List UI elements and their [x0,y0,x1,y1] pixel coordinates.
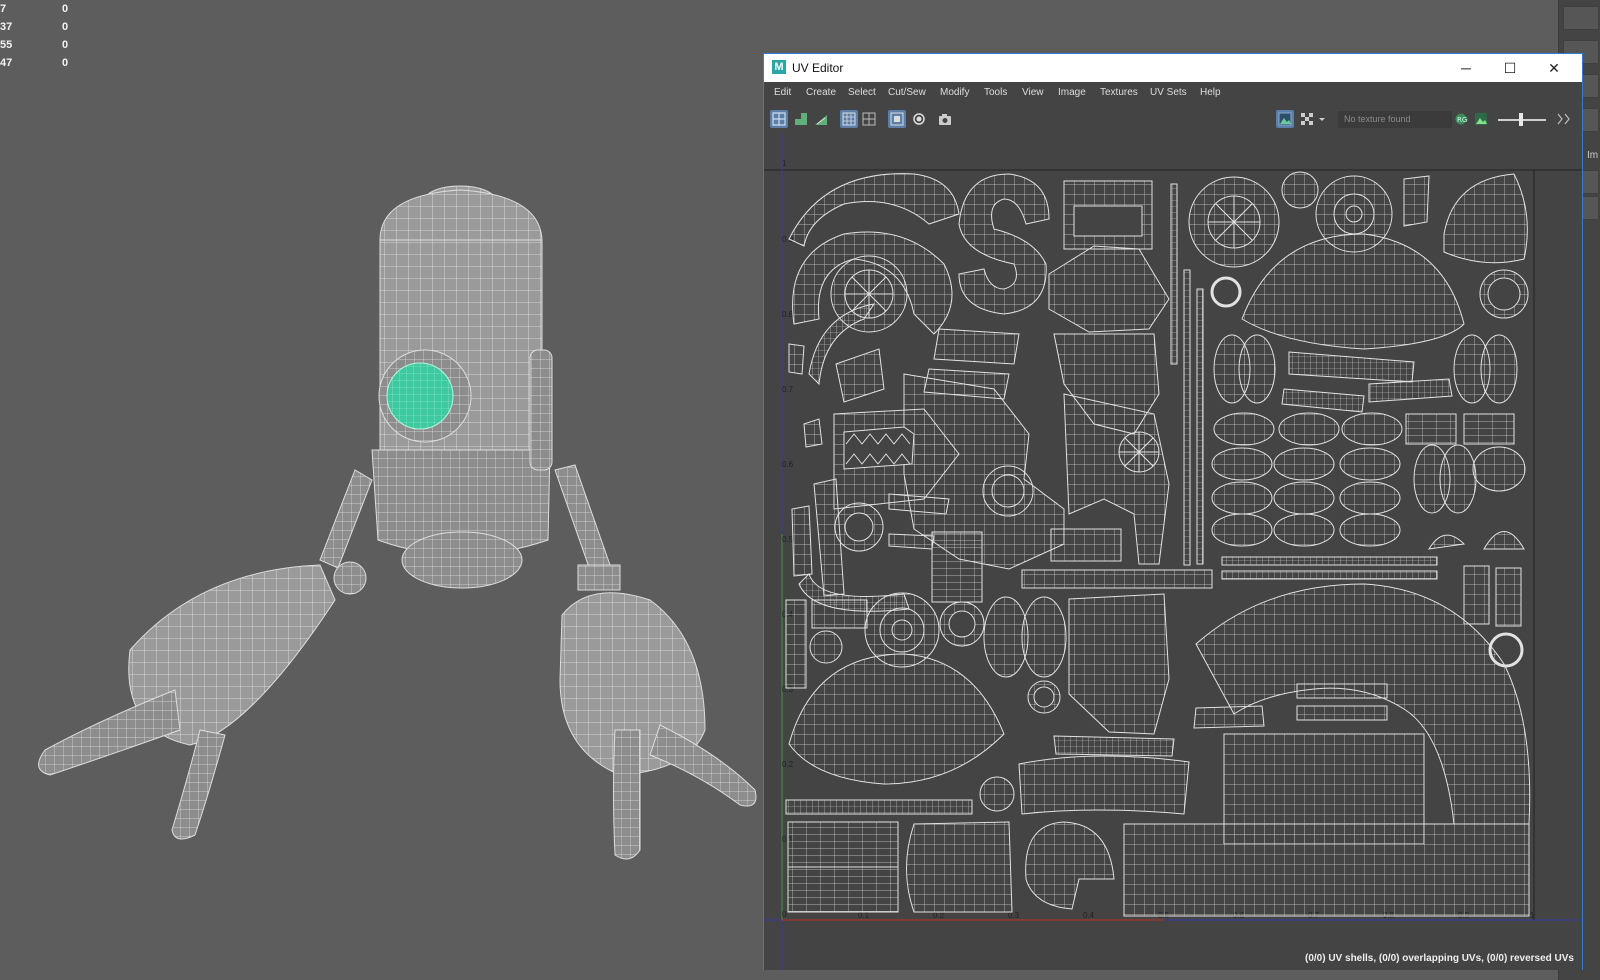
title-bar[interactable]: M UV Editor ─ ☐ ✕ [764,54,1582,82]
exposure-icon[interactable]: RGB [1452,110,1470,128]
maya-app-icon: M [772,60,786,74]
checker-icon[interactable] [1298,110,1316,128]
hud-row: 55 0 [0,36,80,54]
window-title: UV Editor [792,61,844,75]
hud-label: 37 [0,21,13,33]
minimize-button[interactable]: ─ [1444,54,1488,82]
hud-value: 0 [62,21,69,33]
hud-label: 7 [0,3,7,15]
menu-edit[interactable]: Edit [774,87,791,98]
hud-label: 55 [0,39,13,51]
tick-label: 0.5 [782,535,794,544]
uv-shells [785,171,1531,917]
hud-stats: 70 37 0 55 0 47 0 [0,0,80,72]
uv-grid-icon[interactable] [770,110,788,128]
tick-label: 0.6 [782,460,794,469]
menu-help[interactable]: Help [1200,87,1221,98]
gamma-slider-handle[interactable] [1519,113,1523,126]
robot-right-arm [554,464,757,860]
menu-select[interactable]: Select [848,87,876,98]
menu-textures[interactable]: Textures [1100,87,1138,98]
uv-toolbar: No texture found RGB [764,104,1582,135]
hud-row: 37 0 [0,18,80,36]
grid-view-icon[interactable] [840,110,858,128]
hud-value: 0 [62,39,69,51]
close-button[interactable]: ✕ [1532,54,1576,82]
maximize-button[interactable]: ☐ [1488,54,1532,82]
shell-icon[interactable] [792,110,810,128]
menu-image[interactable]: Image [1058,87,1086,98]
split-view-icon[interactable] [860,110,878,128]
tick-label: 1 [1530,911,1535,920]
menu-create[interactable]: Create [806,87,836,98]
uv-editor-window[interactable]: M UV Editor ─ ☐ ✕ Edit Create Select Cut… [763,53,1583,970]
robot-eye [378,349,472,443]
menu-modify[interactable]: Modify [940,87,969,98]
uv-status-text: (0/0) UV shells, (0/0) overlapping UVs, … [1305,953,1574,964]
stack-icon[interactable] [812,110,830,128]
svg-text:RGB: RGB [1457,116,1468,124]
uv-canvas[interactable]: 1 0.9 0.8 0.7 0.6 0.5 0.4 0.3 0.2 0.1 0 … [764,134,1582,970]
circle-icon[interactable] [910,110,928,128]
robot-left-arm [38,469,373,840]
menu-cut-sew[interactable]: Cut/Sew [888,87,926,98]
image-icon[interactable] [1276,110,1294,128]
shaded-icon[interactable] [888,110,906,128]
hud-value: 0 [62,3,69,15]
robot-mesh-viewport[interactable] [0,170,770,890]
menu-view[interactable]: View [1022,87,1044,98]
dock-tab[interactable] [1563,6,1599,30]
tick-label: 0 [782,910,787,919]
camera-icon[interactable] [936,110,954,128]
dropdown-icon[interactable] [1316,110,1326,128]
tick-label: 0.4 [1083,911,1095,920]
side-panel-label: Im [1587,150,1599,161]
tick-label: 0.8 [782,310,794,319]
menu-uv-sets[interactable]: UV Sets [1150,87,1187,98]
gamma-icon[interactable] [1554,110,1572,128]
tick-label: 1 [782,159,787,168]
hud-label: 47 [0,57,13,69]
hud-value: 0 [62,57,69,69]
menu-tools[interactable]: Tools [984,87,1007,98]
uv-layout[interactable]: 1 0.9 0.8 0.7 0.6 0.5 0.4 0.3 0.2 0.1 0 … [764,134,1582,970]
hud-row: 70 [0,0,80,18]
tick-label: 0.2 [782,760,794,769]
hud-row: 47 0 [0,54,80,72]
texture-field[interactable]: No texture found [1338,111,1452,128]
menu-bar: Edit Create Select Cut/Sew Modify Tools … [764,82,1582,104]
tick-label: 0.7 [782,385,794,394]
image-channel-icon[interactable] [1472,110,1490,128]
